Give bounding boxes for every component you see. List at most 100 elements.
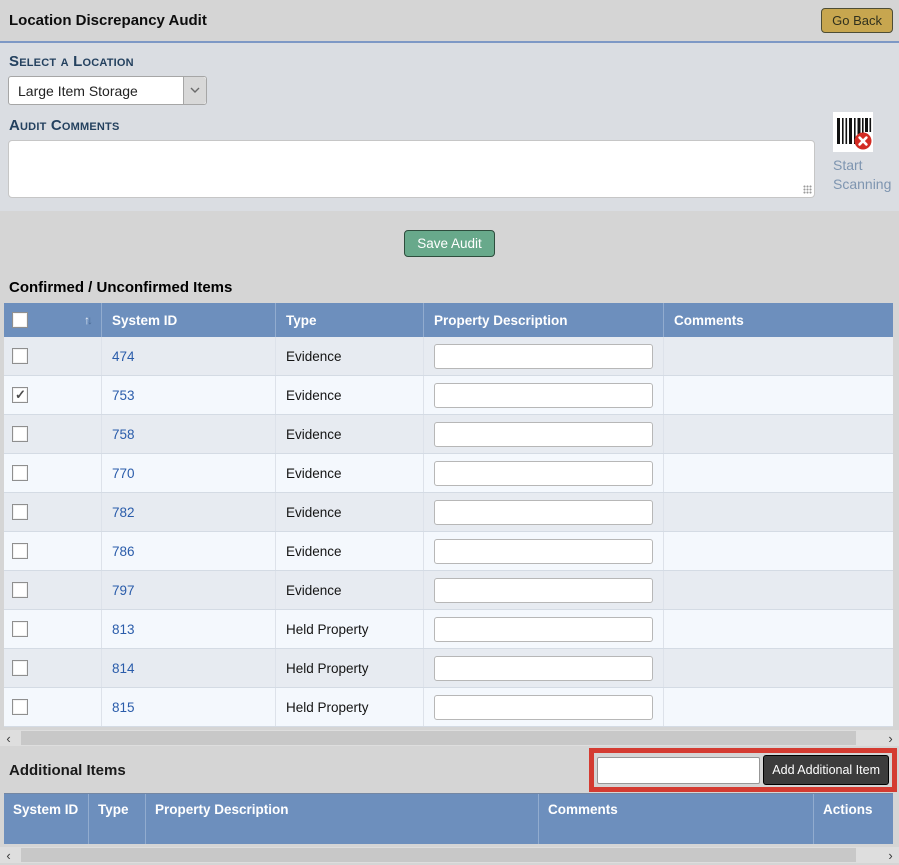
row-checkbox[interactable] (12, 387, 28, 403)
table-row: 815 Held Property (4, 688, 893, 727)
row-comments (664, 415, 893, 453)
row-type: Evidence (276, 571, 424, 609)
table-row: 814 Held Property (4, 649, 893, 688)
row-checkbox[interactable] (12, 348, 28, 364)
scrollbar-thumb[interactable] (21, 731, 856, 745)
cell-select (4, 376, 102, 414)
cell-select (4, 532, 102, 570)
header-cell-system-id[interactable]: System ID (102, 303, 276, 337)
scrollbar-track[interactable] (17, 730, 882, 746)
system-id-link[interactable]: 815 (112, 700, 135, 715)
chevron-down-icon (183, 77, 206, 104)
save-row: Save Audit (0, 211, 899, 275)
cell-property-description (424, 688, 664, 726)
table-row: 758 Evidence (4, 415, 893, 454)
confirmed-table-scrollbar[interactable] (0, 730, 899, 746)
property-description-input[interactable] (434, 422, 653, 447)
resize-grip-icon[interactable] (803, 185, 812, 194)
property-description-input[interactable] (434, 344, 653, 369)
cell-system-id: 782 (102, 493, 276, 531)
system-id-link[interactable]: 814 (112, 661, 135, 676)
confirmed-table-body: 474 Evidence 753 Evidence 758 Evidence (4, 337, 893, 727)
scroll-left-icon[interactable] (0, 730, 17, 746)
cell-select (4, 688, 102, 726)
system-id-link[interactable]: 786 (112, 544, 135, 559)
location-label: Select a Location (9, 53, 891, 70)
row-checkbox[interactable] (12, 699, 28, 715)
cell-property-description (424, 337, 664, 375)
row-checkbox[interactable] (12, 582, 28, 598)
location-select[interactable]: Large Item Storage (8, 76, 207, 105)
cell-property-description (424, 571, 664, 609)
save-audit-button[interactable]: Save Audit (404, 230, 495, 257)
scroll-right-icon[interactable] (882, 847, 899, 863)
additional-item-input[interactable] (597, 757, 760, 784)
select-all-checkbox[interactable] (12, 312, 28, 328)
table-row: 797 Evidence (4, 571, 893, 610)
cell-system-id: 813 (102, 610, 276, 648)
row-comments (664, 376, 893, 414)
property-description-input[interactable] (434, 461, 653, 486)
row-type: Evidence (276, 415, 424, 453)
cell-system-id: 815 (102, 688, 276, 726)
header-cell-type[interactable]: Type (276, 303, 424, 337)
scroll-right-icon[interactable] (882, 730, 899, 746)
system-id-link[interactable]: 753 (112, 388, 135, 403)
system-id-link[interactable]: 782 (112, 505, 135, 520)
property-description-input[interactable] (434, 656, 653, 681)
row-type: Held Property (276, 610, 424, 648)
cell-select (4, 571, 102, 609)
header-cell-property-description[interactable]: Property Description (424, 303, 664, 337)
row-checkbox[interactable] (12, 621, 28, 637)
row-checkbox[interactable] (12, 543, 28, 559)
row-checkbox[interactable] (12, 660, 28, 676)
confirmed-items-table: ↑↓ System ID Type Property Description C… (4, 303, 893, 727)
property-description-input[interactable] (434, 695, 653, 720)
scan-block[interactable]: Start Scanning (833, 112, 891, 194)
add-additional-item-button[interactable]: Add Additional Item (763, 755, 889, 785)
property-description-input[interactable] (434, 500, 653, 525)
cell-system-id: 814 (102, 649, 276, 687)
row-type: Evidence (276, 337, 424, 375)
row-checkbox[interactable] (12, 426, 28, 442)
cell-property-description (424, 454, 664, 492)
row-type: Held Property (276, 688, 424, 726)
barcode-icon[interactable] (833, 112, 873, 152)
audit-comments-textarea[interactable] (8, 140, 815, 198)
scroll-left-icon[interactable] (0, 847, 17, 863)
property-description-input[interactable] (434, 578, 653, 603)
scrollbar-thumb[interactable] (21, 848, 856, 862)
property-description-input[interactable] (434, 617, 653, 642)
row-comments (664, 649, 893, 687)
property-description-input[interactable] (434, 539, 653, 564)
additional-items-table-header: System ID Type Property Description Comm… (4, 793, 893, 844)
system-id-link[interactable]: 770 (112, 466, 135, 481)
location-select-value: Large Item Storage (9, 77, 183, 104)
system-id-link[interactable]: 474 (112, 349, 135, 364)
add-item-highlight-box: Add Additional Item (589, 748, 897, 792)
table-row: 753 Evidence (4, 376, 893, 415)
confirmed-table-header: ↑↓ System ID Type Property Description C… (4, 303, 893, 337)
row-type: Evidence (276, 532, 424, 570)
additional-items-heading: Additional Items (9, 762, 126, 779)
cell-property-description (424, 649, 664, 687)
header-cell-property-description: Property Description (146, 794, 539, 844)
start-scanning-label[interactable]: Start Scanning (833, 156, 891, 194)
scrollbar-track[interactable] (17, 847, 882, 863)
row-type: Evidence (276, 493, 424, 531)
table-row: 786 Evidence (4, 532, 893, 571)
header-cell-actions: Actions (814, 794, 893, 844)
row-checkbox[interactable] (12, 465, 28, 481)
header-cell-comments[interactable]: Comments (664, 303, 893, 337)
system-id-link[interactable]: 758 (112, 427, 135, 442)
cell-system-id: 786 (102, 532, 276, 570)
property-description-input[interactable] (434, 383, 653, 408)
system-id-link[interactable]: 813 (112, 622, 135, 637)
go-back-button[interactable]: Go Back (821, 8, 893, 33)
system-id-link[interactable]: 797 (112, 583, 135, 598)
cell-property-description (424, 532, 664, 570)
additional-table-scrollbar[interactable] (0, 847, 899, 863)
row-checkbox[interactable] (12, 504, 28, 520)
row-comments (664, 532, 893, 570)
sort-icon[interactable]: ↑↓ (84, 313, 93, 327)
